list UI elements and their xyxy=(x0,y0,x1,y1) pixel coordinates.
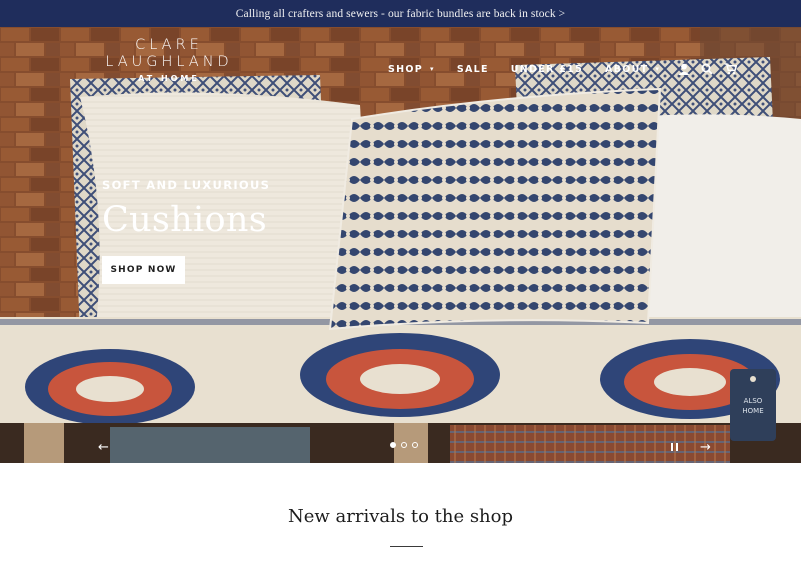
search-icon[interactable] xyxy=(701,63,713,75)
logo-line2: LAUGHLAND xyxy=(105,54,233,70)
chevron-down-icon: ▾ xyxy=(655,65,661,73)
nav-item-shop[interactable]: SHOP ▾ xyxy=(388,64,435,75)
logo-line1: CLARE xyxy=(135,37,203,53)
slide-dots xyxy=(390,442,418,448)
main-nav: SHOP ▾ SALE UNDER £15 ABOUT ▾ xyxy=(388,63,738,75)
slide-title: Cushions xyxy=(102,200,267,240)
announcement-bar[interactable]: Calling all crafters and sewers - our fa… xyxy=(0,0,801,27)
nav-item-sale[interactable]: SALE xyxy=(457,64,489,75)
hero-slideshow: ALSO HOME CLARE LAUGHLAND AT HOME SHOP ▾… xyxy=(0,27,801,463)
shop-now-button[interactable]: SHOP NOW xyxy=(102,256,185,284)
cart-icon[interactable] xyxy=(724,63,738,75)
tag-text-line1: ALSO xyxy=(744,397,763,405)
nav-item-under-15[interactable]: UNDER £15 xyxy=(511,64,583,75)
account-icon[interactable] xyxy=(678,63,690,75)
slide-caption: SOFT AND LUXURIOUS Cushions SHOP NOW xyxy=(102,178,270,284)
nav-icons xyxy=(678,63,738,75)
slide-dot-2[interactable] xyxy=(401,442,407,448)
pause-icon[interactable] xyxy=(671,443,678,451)
arrow-left-icon[interactable]: ← xyxy=(98,440,109,455)
slide-subtitle: SOFT AND LUXURIOUS xyxy=(102,178,271,192)
nav-item-label: SHOP xyxy=(388,63,424,75)
nav-item-label: ABOUT xyxy=(605,63,649,75)
slide-dot-1[interactable] xyxy=(390,442,396,448)
section-title: New arrivals to the shop xyxy=(287,506,514,527)
title-divider xyxy=(390,546,423,547)
slide-dot-3[interactable] xyxy=(412,442,418,448)
tag-text-line2: HOME xyxy=(742,407,763,415)
site-logo[interactable]: CLARE LAUGHLAND AT HOME xyxy=(96,37,242,83)
chevron-down-icon: ▾ xyxy=(430,65,435,73)
nav-item-about[interactable]: ABOUT ▾ xyxy=(605,64,660,75)
nav-item-label: SALE xyxy=(456,63,489,75)
arrow-right-icon[interactable]: → xyxy=(700,440,711,455)
logo-line3: AT HOME xyxy=(138,74,200,83)
nav-item-label: UNDER £15 xyxy=(510,63,583,75)
